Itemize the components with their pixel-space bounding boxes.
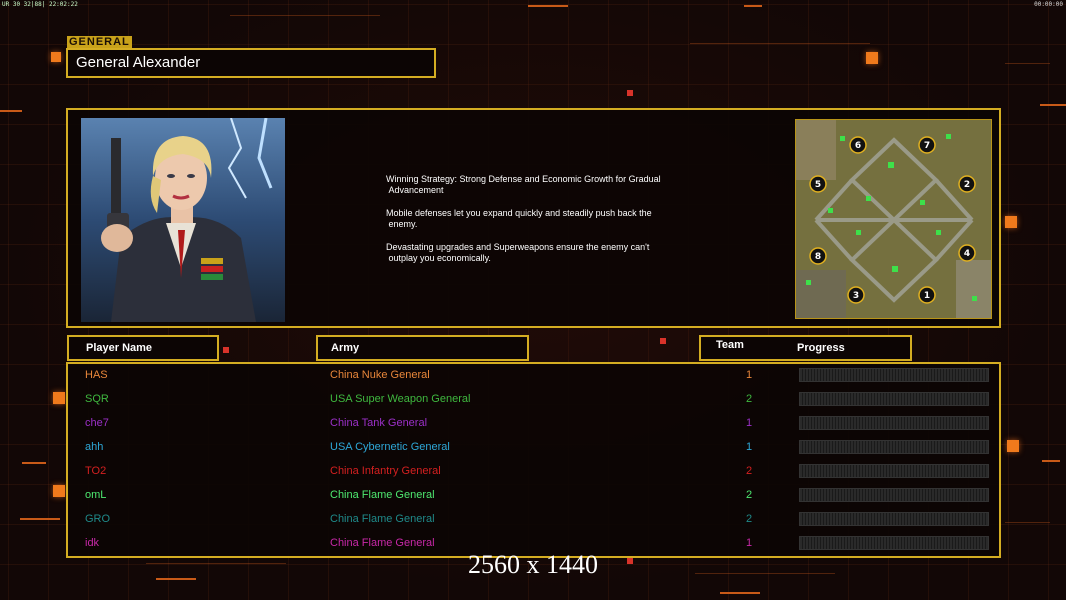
deco-line xyxy=(1040,104,1066,106)
spawn-label: 7 xyxy=(924,141,930,151)
deco-line xyxy=(1005,63,1050,64)
player-army: China Tank General xyxy=(330,417,428,429)
strategy-line: Mobile defenses let you expand quickly a… xyxy=(386,208,652,229)
spawn-marker: 2 xyxy=(958,175,976,193)
deco-square xyxy=(53,392,65,404)
progress-bar xyxy=(799,392,989,406)
deco-line xyxy=(1005,522,1050,523)
spawn-label: 2 xyxy=(964,180,970,190)
deco-line xyxy=(20,518,60,520)
strategy-line: Devastating upgrades and Superweapons en… xyxy=(386,242,650,263)
team-header: Team xyxy=(716,339,744,351)
spawn-marker: 1 xyxy=(918,286,936,304)
clock-readout: 00:00:00 xyxy=(1034,1,1063,8)
spawn-marker: 4 xyxy=(958,244,976,262)
progress-bar xyxy=(799,416,989,430)
deco-square xyxy=(1005,216,1017,228)
deco-line xyxy=(230,15,380,16)
spawn-marker: 6 xyxy=(849,136,867,154)
player-row: GRO China Flame General 2 xyxy=(68,509,999,533)
portrait-image xyxy=(81,118,285,322)
player-team: 1 xyxy=(746,369,753,381)
spawn-marker: 5 xyxy=(809,175,827,193)
spawn-label: 6 xyxy=(855,141,861,151)
general-name: General Alexander xyxy=(76,54,201,71)
deco-square xyxy=(53,485,65,497)
player-row: TO2 China Infantry General 2 xyxy=(68,461,999,485)
deco-square xyxy=(627,90,633,96)
player-team: 2 xyxy=(746,513,753,525)
deco-line xyxy=(1042,460,1060,462)
strategy-text: Winning Strategy: Strong Defense and Eco… xyxy=(386,174,716,276)
player-name: GRO xyxy=(85,513,111,525)
player-army: China Flame General xyxy=(330,489,435,501)
deco-line xyxy=(528,5,568,7)
spawn-label: 8 xyxy=(815,252,821,262)
player-army: China Nuke General xyxy=(330,369,430,381)
deco-square xyxy=(660,338,666,344)
player-army: China Infantry General xyxy=(330,465,441,477)
fps-readout: UR 30 32|88| 22:02:22 xyxy=(2,1,78,8)
player-name-header: Player Name xyxy=(67,335,219,361)
player-row: HAS China Nuke General 1 xyxy=(68,365,999,389)
deco-square xyxy=(223,347,229,353)
progress-bar xyxy=(799,488,989,502)
deco-line xyxy=(0,110,22,112)
player-name: omL xyxy=(85,489,107,501)
player-name: SQR xyxy=(85,393,109,405)
progress-bar xyxy=(799,368,989,382)
minimap-image: 6 7 5 2 8 4 3 1 xyxy=(796,120,991,318)
spawn-label: 4 xyxy=(964,249,970,259)
deco-line xyxy=(744,5,762,7)
player-row: SQR USA Super Weapon General 2 xyxy=(68,389,999,413)
strategy-line: Winning Strategy: Strong Defense and Eco… xyxy=(386,174,661,195)
spawn-marker: 7 xyxy=(918,136,936,154)
spawn-label: 3 xyxy=(853,291,859,301)
minimap: 6 7 5 2 8 4 3 1 xyxy=(795,119,992,319)
team-progress-header: Team Progress xyxy=(699,335,912,361)
general-name-box: General Alexander xyxy=(66,48,436,78)
progress-bar xyxy=(799,512,989,526)
progress-bar xyxy=(799,440,989,454)
player-team: 2 xyxy=(746,489,753,501)
player-name: HAS xyxy=(85,369,108,381)
army-header: Army xyxy=(316,335,529,361)
deco-line xyxy=(22,462,46,464)
deco-square xyxy=(1007,440,1019,452)
deco-line xyxy=(690,43,870,44)
deco-line xyxy=(720,592,760,594)
player-team: 1 xyxy=(746,441,753,453)
spawn-label: 5 xyxy=(815,180,821,190)
player-army: USA Super Weapon General xyxy=(330,393,471,405)
spawn-label: 1 xyxy=(924,291,930,301)
spawn-marker: 8 xyxy=(809,247,827,265)
progress-bar xyxy=(799,536,989,550)
spawn-marker: 3 xyxy=(847,286,865,304)
player-team: 1 xyxy=(746,417,753,429)
player-row: che7 China Tank General 1 xyxy=(68,413,999,437)
progress-bar xyxy=(799,464,989,478)
deco-square xyxy=(866,52,878,64)
general-info-panel: Winning Strategy: Strong Defense and Eco… xyxy=(66,108,1001,328)
resolution-label: 2560 x 1440 xyxy=(468,550,598,579)
player-name: TO2 xyxy=(85,465,107,477)
player-row: ahh USA Cybernetic General 1 xyxy=(68,437,999,461)
player-name: che7 xyxy=(85,417,109,429)
player-army: USA Cybernetic General xyxy=(330,441,450,453)
player-team: 2 xyxy=(746,465,753,477)
player-row: omL China Flame General 2 xyxy=(68,485,999,509)
progress-header: Progress xyxy=(797,342,845,354)
player-name: ahh xyxy=(85,441,104,453)
deco-square xyxy=(51,52,61,62)
general-portrait xyxy=(81,118,285,322)
player-list: HAS China Nuke General 1 SQR USA Super W… xyxy=(66,362,1001,558)
player-team: 2 xyxy=(746,393,753,405)
general-tag: GENERAL xyxy=(67,36,132,48)
player-army: China Flame General xyxy=(330,513,435,525)
